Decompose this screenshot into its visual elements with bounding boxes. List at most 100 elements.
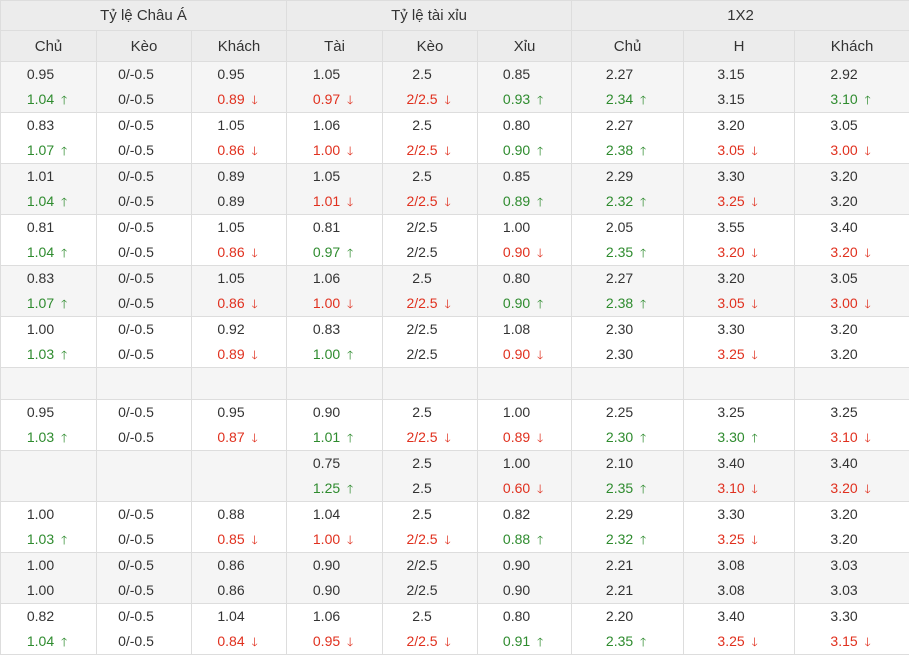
odds-current-value: 0.90 🡓	[478, 342, 571, 367]
odds-current-value: 3.10 🡑	[795, 87, 909, 112]
odds-current-value: 3.20 🡓	[795, 240, 909, 265]
odds-current-value: 2/2.5	[383, 342, 477, 367]
odds-value: 0/-0.5	[118, 142, 154, 158]
arrow-up-icon: 🡑	[61, 144, 68, 158]
odds-value: 2/2.5	[406, 193, 438, 209]
odds-cell-ah-away: 0.88 0.85 🡓	[190, 501, 288, 553]
odds-value: 0.81	[26, 219, 55, 235]
odds-current-value: 0/-0.5	[97, 240, 191, 265]
odds-opening-value: 3.30	[684, 317, 794, 342]
odds-value: 3.30	[717, 168, 745, 184]
odds-value: 3.55	[717, 219, 745, 235]
odds-current-value: 2.34 🡑	[572, 87, 683, 112]
odds-row: 0.95 1.03 🡑 0/-0.5 0/-0.5 0.95 0.87 🡓 0.90 1.01 🡑 2…	[0, 399, 909, 451]
arrow-down-icon: 🡓	[347, 144, 354, 158]
odds-current-value: 1.00 🡓	[287, 138, 382, 163]
odds-opening-value: 0.83	[1, 113, 96, 138]
odds-cell-x12-home: 2.25 2.30 🡑	[571, 399, 685, 451]
odds-value: 1.06	[312, 608, 341, 624]
odds-current-value: 0.93 🡑	[478, 87, 571, 112]
odds-current-value: 0/-0.5	[97, 425, 191, 450]
odds-opening-value: 3.25	[795, 400, 909, 425]
odds-cell-ah-line: 0/-0.5 0/-0.5	[96, 603, 192, 655]
odds-value: 0.85	[217, 531, 245, 547]
odds-value: 3.20	[830, 480, 858, 496]
odds-opening-value: 3.15	[684, 62, 794, 87]
odds-opening-value: 3.30	[684, 502, 794, 527]
odds-value: 2.30	[605, 346, 634, 362]
odds-value: 2.21	[605, 582, 634, 598]
odds-value: 0/-0.5	[118, 429, 154, 445]
odds-opening-value: 0.86	[192, 553, 286, 578]
odds-value: 3.15	[717, 91, 745, 107]
odds-cell-ou-over: 1.05 1.01 🡓	[286, 163, 384, 215]
odds-cell-ou-over: 0.90 1.01 🡑	[286, 399, 384, 451]
odds-value: 0.75	[312, 455, 341, 471]
odds-value: 2.10	[605, 455, 634, 471]
odds-opening-value: 3.30	[684, 164, 794, 189]
odds-opening-value: 0/-0.5	[97, 164, 191, 189]
odds-cell-x12-draw: 3.25 3.30 🡑	[683, 399, 796, 451]
arrow-down-icon: 🡓	[864, 431, 871, 445]
col-header-ah-away: Khách	[190, 30, 288, 62]
odds-value: 2/2.5	[406, 244, 438, 260]
odds-value: 1.06	[312, 117, 341, 133]
odds-current-value: 2.21	[572, 578, 683, 603]
arrow-up-icon: 🡑	[640, 297, 647, 311]
odds-opening-value: 0.95	[1, 400, 96, 425]
odds-cell-ou-line: 2.5 2.5	[382, 450, 479, 502]
odds-value: 2.5	[412, 168, 432, 184]
arrow-up-icon: 🡑	[537, 93, 544, 107]
odds-opening-value: 0.81	[1, 215, 96, 240]
odds-opening-value: 0.80	[478, 113, 571, 138]
odds-value: 2.35	[605, 480, 634, 496]
odds-current-value: 1.00 🡓	[287, 291, 382, 316]
odds-value: 0.89	[502, 193, 531, 209]
odds-cell-ah-line: 0/-0.5 0/-0.5	[96, 112, 192, 164]
odds-value: 0.95	[217, 404, 245, 420]
odds-cell-ou-over: 0.81 0.97 🡑	[286, 214, 384, 266]
odds-value: 0/-0.5	[118, 91, 154, 107]
odds-value: 2.29	[605, 168, 634, 184]
odds-cell-ou-under: 0.80 0.91 🡑	[477, 603, 573, 655]
odds-current-value: 0/-0.5	[97, 87, 191, 112]
odds-cell-x12-home: 2.30 2.30	[571, 316, 685, 368]
arrow-up-icon: 🡑	[347, 348, 354, 362]
odds-value: 3.20	[830, 321, 858, 337]
arrow-up-icon: 🡑	[537, 533, 544, 547]
arrow-down-icon: 🡓	[864, 246, 871, 260]
odds-opening-value: 2.5	[383, 400, 477, 425]
odds-cell-ah-home: 1.01 1.04 🡑	[0, 163, 97, 215]
odds-value: 1.00	[26, 582, 55, 598]
odds-opening-value: 3.20	[795, 317, 909, 342]
odds-cell-ou-under: 0.90 0.90	[477, 552, 573, 604]
arrow-down-icon: 🡓	[444, 635, 451, 649]
odds-cell-ou-under: 1.00 0.89 🡓	[477, 399, 573, 451]
odds-value: 3.05	[717, 142, 745, 158]
odds-opening-value: 0/-0.5	[97, 62, 191, 87]
odds-current-value: 1.01 🡓	[287, 189, 382, 214]
odds-row: 0.83 1.07 🡑 0/-0.5 0/-0.5 1.05 0.86 🡓 1.06 1.00 🡓 2…	[0, 112, 909, 164]
odds-value: 0.83	[26, 270, 55, 286]
odds-current-value: 0/-0.5	[97, 342, 191, 367]
header-column-row: Chủ Kèo Khách Tài Kèo Xỉu Chủ H Khách	[0, 30, 909, 62]
odds-current-value: 2/2.5 🡓	[383, 138, 477, 163]
odds-value: 2/2.5	[406, 557, 438, 573]
odds-current-value: 0.90 🡑	[478, 138, 571, 163]
odds-current-value: 3.15 🡓	[795, 629, 909, 654]
arrow-down-icon: 🡓	[444, 297, 451, 311]
odds-value: 3.30	[717, 429, 745, 445]
arrow-down-icon: 🡓	[751, 533, 758, 547]
odds-current-value: 1.25 🡑	[287, 476, 382, 501]
odds-current-value: 2.30	[572, 342, 683, 367]
odds-current-value: 0.60 🡓	[478, 476, 571, 501]
odds-cell-x12-draw: 3.40 3.25 🡓	[683, 603, 796, 655]
odds-value: 0.89	[217, 91, 245, 107]
odds-cell-x12-home: 2.27 2.38 🡑	[571, 112, 685, 164]
odds-current-value: 1.03 🡑	[1, 527, 96, 552]
empty-cell	[0, 367, 97, 400]
odds-current-value: 0.97 🡑	[287, 240, 382, 265]
odds-opening-value: 0.83	[1, 266, 96, 291]
odds-opening-value: 2.10	[572, 451, 683, 476]
odds-opening-value: 2.5	[383, 62, 477, 87]
